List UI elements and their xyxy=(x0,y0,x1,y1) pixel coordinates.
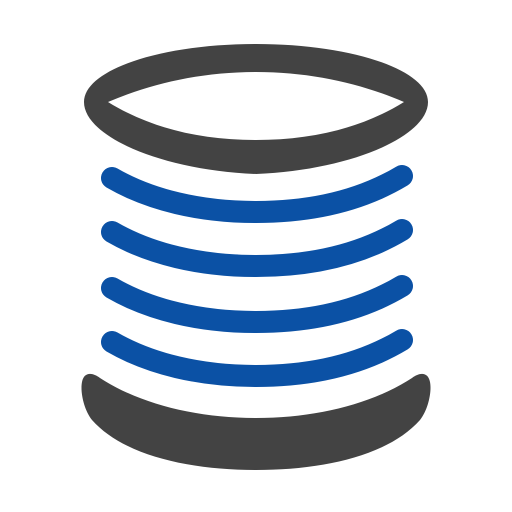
top-rim-shape xyxy=(84,44,428,174)
database-svg xyxy=(81,44,431,470)
bottom-base-shape xyxy=(81,373,431,470)
stripe-3-shape xyxy=(101,275,413,334)
database-stack-icon xyxy=(0,0,512,512)
stripe-2-shape xyxy=(101,219,413,278)
stripe-4-shape xyxy=(101,329,413,388)
stripe-1-shape xyxy=(101,165,413,224)
